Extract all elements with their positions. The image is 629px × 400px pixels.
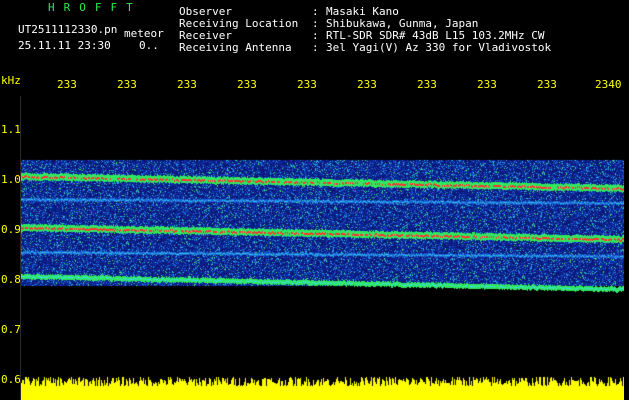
left-axis-line [20,96,21,400]
meteor-count: 0.. [139,39,159,52]
spectrogram-plot [20,96,624,400]
app-title: HROFFT [48,1,142,14]
x-tick-label: 233 [297,78,317,91]
y-tick-label: 1.0 [1,173,21,186]
y-tick-label: 0.8 [1,273,21,286]
x-tick-label: 233 [117,78,137,91]
info-value-antenna: 3el Yagi(V) Az 330 for Vladivostok [326,41,552,54]
file-name: UT2511112330.pn [18,23,118,36]
x-tick-label: 233 [237,78,257,91]
x-tick-label: 233 [477,78,497,91]
y-tick-label: 1.1 [1,123,21,136]
y-tick-label: 0.6 [1,373,21,386]
info-sep: : [312,41,319,54]
unit-label: kHz [1,74,21,87]
x-tick-label: 2340 [595,78,622,91]
info-key-antenna: Receiving Antenna [179,41,292,54]
y-tick-label: 0.9 [1,223,21,236]
x-tick-label: 233 [57,78,77,91]
x-tick-label: 233 [357,78,377,91]
x-tick-label: 233 [177,78,197,91]
spectrogram-canvas [20,96,624,400]
x-tick-label: 233 [537,78,557,91]
y-tick-label: 0.7 [1,323,21,336]
date-time: 25.11.11 23:30 [18,39,111,52]
x-tick-label: 233 [417,78,437,91]
